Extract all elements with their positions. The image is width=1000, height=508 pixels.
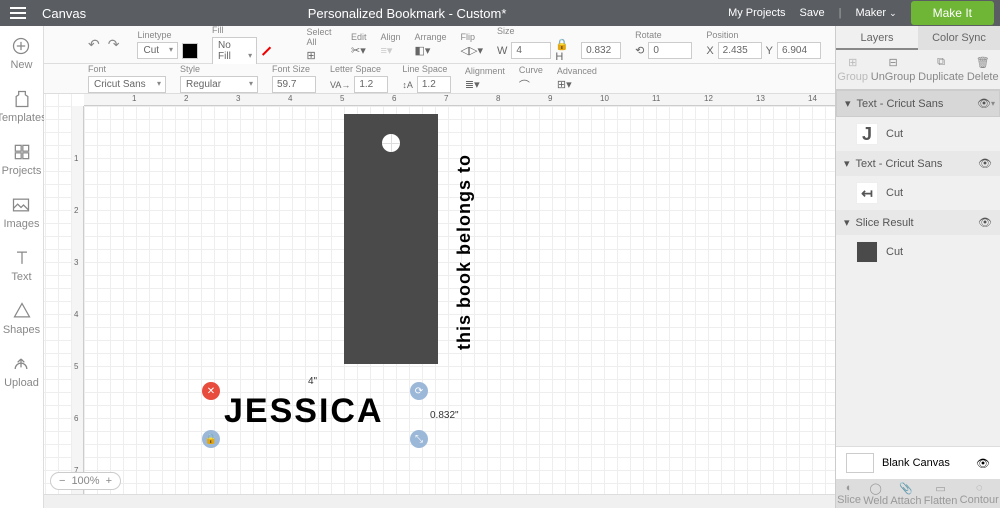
posy-input[interactable]: 6.904: [777, 42, 821, 59]
edit-icon[interactable]: ✂▾: [351, 44, 367, 57]
layer-header-1[interactable]: ▾Text - Cricut Sans👁: [836, 151, 1000, 176]
my-projects-link[interactable]: My Projects: [728, 7, 785, 19]
undo-button[interactable]: ↶: [88, 36, 100, 53]
layer-header-2[interactable]: ▾Slice Result👁: [836, 210, 1000, 235]
linespace-input[interactable]: 1.2: [417, 76, 451, 93]
alignment-icon[interactable]: ≣▾: [465, 78, 505, 91]
attach-button[interactable]: 📎Attach: [890, 482, 921, 507]
rotate-handle[interactable]: ⟳: [410, 382, 428, 400]
flatten-button[interactable]: ▭Flatten: [924, 482, 958, 507]
name-text[interactable]: JESSICA: [224, 392, 384, 431]
nav-projects[interactable]: Projects: [2, 142, 42, 177]
text-toolbar: FontCricut Sans StyleRegular Font Size59…: [44, 64, 835, 94]
delete-button[interactable]: 🗑Delete: [967, 56, 999, 83]
save-link[interactable]: Save: [800, 7, 825, 19]
visibility-icon[interactable]: 👁: [978, 157, 992, 170]
style-select[interactable]: Regular: [180, 76, 258, 93]
width-input[interactable]: 4: [511, 42, 551, 59]
resize-handle[interactable]: ⤡: [410, 430, 428, 448]
curve-icon[interactable]: ⌒: [519, 77, 543, 93]
machine-select[interactable]: Maker ⌄: [855, 7, 896, 19]
make-it-button[interactable]: Make It: [911, 1, 994, 25]
fill-select[interactable]: No Fill: [212, 37, 257, 65]
selectall-icon[interactable]: ⊞: [306, 49, 337, 62]
ruler-vertical: [72, 106, 84, 494]
color-swatch[interactable]: [182, 43, 198, 59]
layers-panel: Layers Color Sync ⊞Group ⊟UnGroup ⧉Dupli…: [835, 26, 1000, 508]
ruler-horizontal: [84, 94, 835, 106]
belongs-text[interactable]: this book belongs to: [454, 154, 475, 350]
layer-item-2[interactable]: ▮Cut: [836, 235, 1000, 269]
font-select[interactable]: Cricut Sans: [88, 76, 166, 93]
layer-header-0[interactable]: ▾Text - Cricut Sans👁: [836, 90, 1000, 117]
width-dim: 4": [308, 376, 317, 387]
tab-colorsync[interactable]: Color Sync: [918, 26, 1000, 50]
project-title: Personalized Bookmark - Custom*: [86, 6, 728, 21]
bookmark-hole: [382, 134, 400, 152]
scrollbar-bottom[interactable]: [44, 494, 835, 508]
advanced-icon[interactable]: ⊞▾: [557, 78, 597, 91]
weld-button[interactable]: ◯Weld: [863, 482, 888, 507]
align-icon: ≡▾: [381, 44, 401, 57]
bookmark-shape[interactable]: [344, 114, 438, 364]
blank-canvas[interactable]: Blank Canvas👁: [836, 446, 1000, 480]
nav-shapes[interactable]: Shapes: [3, 301, 40, 336]
zoom-control[interactable]: −100%+: [50, 472, 121, 490]
top-bar: Canvas Personalized Bookmark - Custom* M…: [0, 0, 1000, 26]
delete-handle[interactable]: ✕: [202, 382, 220, 400]
contour-button[interactable]: ◌Contour: [960, 482, 999, 506]
nav-templates[interactable]: Templates: [0, 89, 47, 124]
height-input[interactable]: 0.832: [581, 42, 621, 59]
visibility-icon[interactable]: 👁: [978, 216, 992, 229]
edit-toolbar: ↶ ↷ LinetypeCut FillNo Fill Select All⊞ …: [44, 26, 835, 64]
nofill-icon: [262, 46, 271, 55]
visibility-off-icon[interactable]: 👁: [976, 457, 990, 470]
arrange-icon[interactable]: ◧▾: [415, 44, 447, 57]
rotate-input[interactable]: 0: [648, 42, 692, 59]
lock-handle[interactable]: 🔒: [202, 430, 220, 448]
menu-icon[interactable]: [0, 0, 36, 26]
redo-button[interactable]: ↷: [108, 36, 120, 53]
slice-button[interactable]: ◐Slice: [837, 482, 861, 506]
flip-icon[interactable]: ◁▷▾: [461, 44, 483, 57]
linetype-select[interactable]: Cut: [137, 42, 178, 59]
nav-images[interactable]: Images: [3, 195, 39, 230]
duplicate-button[interactable]: ⧉Duplicate: [918, 56, 964, 83]
group-button: ⊞Group: [837, 56, 868, 83]
nav-upload[interactable]: Upload: [4, 354, 39, 389]
fontsize-input[interactable]: 59.7: [272, 76, 316, 93]
left-nav: New Templates Projects Images Text Shape…: [0, 26, 44, 508]
nav-new[interactable]: New: [10, 36, 32, 71]
height-dim: 0.832": [430, 410, 459, 421]
nav-text[interactable]: Text: [11, 248, 31, 283]
canvas-label: Canvas: [36, 6, 86, 21]
visibility-icon[interactable]: 👁: [977, 97, 991, 110]
layer-item-1[interactable]: ↤Cut: [836, 176, 1000, 210]
canvas[interactable]: 1234567891011121314 1234567 this book be…: [44, 94, 835, 494]
tab-layers[interactable]: Layers: [836, 26, 918, 50]
ungroup-button[interactable]: ⊟UnGroup: [871, 56, 916, 83]
posx-input[interactable]: 2.435: [718, 42, 762, 59]
letterspace-input[interactable]: 1.2: [354, 76, 388, 93]
layer-item-0[interactable]: JCut: [836, 117, 1000, 151]
